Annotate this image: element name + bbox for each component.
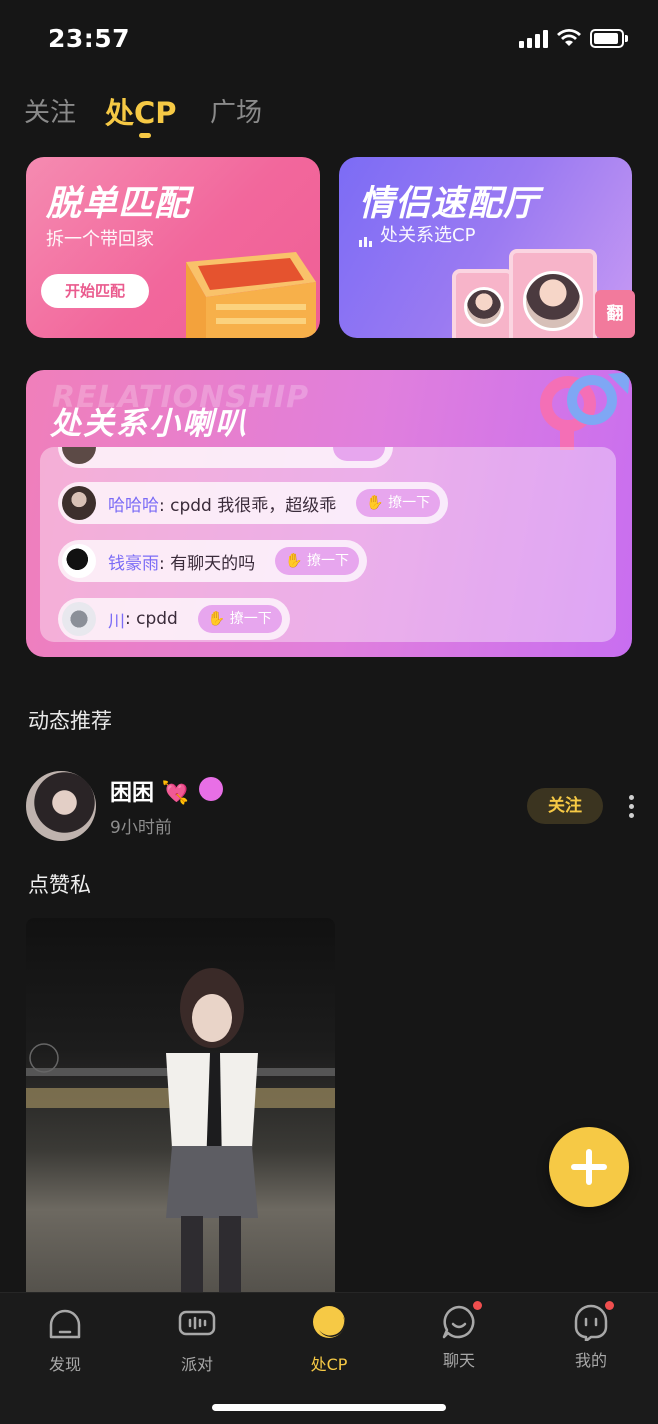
profile-photo-card bbox=[452, 269, 514, 338]
flirt-button[interactable]: ✋ 撩一下 bbox=[356, 489, 441, 517]
nav-item-cp[interactable]: 处CP bbox=[284, 1303, 374, 1375]
nav-label: 处CP bbox=[310, 1355, 348, 1374]
single-match-title: 脱单匹配 bbox=[46, 184, 191, 224]
flip-card-tile[interactable]: 翻 bbox=[595, 290, 635, 338]
avatar[interactable] bbox=[26, 771, 96, 841]
flirt-button[interactable]: ✋ 撩一下 bbox=[275, 547, 360, 575]
partial-message bbox=[108, 447, 113, 457]
message-text: : 有聊天的吗 bbox=[159, 553, 256, 574]
more-options-icon[interactable] bbox=[626, 795, 636, 819]
tab-square[interactable]: 广场 bbox=[210, 92, 262, 129]
author-name-text: 困困 bbox=[110, 781, 155, 806]
nav-label: 我的 bbox=[574, 1351, 607, 1370]
flirt-button[interactable] bbox=[333, 447, 385, 461]
chat-icon bbox=[442, 1305, 475, 1339]
list-item[interactable]: 哈哈哈: cpdd 我很乖，超级乖 ✋ 撩一下 bbox=[58, 482, 449, 524]
post-photo[interactable] bbox=[26, 918, 335, 1292]
sound-bars-icon bbox=[359, 226, 374, 247]
gift-box-illustration bbox=[186, 252, 316, 338]
message-text: : cpdd bbox=[125, 609, 178, 629]
relationship-broadcast-card[interactable]: RELATIONSHIP 处关系小喇叭 哈哈哈: cpdd 我很乖，超级乖 ✋ … bbox=[26, 370, 632, 657]
wifi-icon bbox=[557, 29, 581, 46]
speed-dating-title: 情侣速配厅 bbox=[359, 184, 540, 224]
discover-icon bbox=[49, 1309, 81, 1339]
relationship-title: 处关系小喇叭 bbox=[50, 406, 248, 442]
post-author-name[interactable]: 困困 💘 bbox=[110, 775, 189, 807]
nav-item-discover[interactable]: 发现 bbox=[20, 1303, 110, 1375]
tab-cp[interactable]: 处CP bbox=[105, 90, 177, 132]
flirt-button-label: 撩一下 bbox=[388, 495, 431, 511]
flirt-button-label: 撩一下 bbox=[307, 553, 350, 569]
list-item[interactable] bbox=[58, 447, 393, 468]
battery-icon bbox=[590, 29, 628, 48]
flirt-button[interactable]: ✋ 撩一下 bbox=[197, 605, 282, 633]
section-title: 动态推荐 bbox=[28, 709, 112, 733]
party-icon bbox=[178, 1310, 216, 1336]
cellular-signal-icon bbox=[519, 30, 549, 48]
cp-icon bbox=[313, 1306, 345, 1338]
active-tab-indicator bbox=[139, 133, 151, 138]
flirt-button-label: 撩一下 bbox=[229, 611, 272, 627]
avatar bbox=[62, 447, 96, 464]
create-post-button[interactable] bbox=[549, 1127, 629, 1207]
avatar bbox=[62, 486, 96, 520]
nav-label: 发现 bbox=[48, 1355, 81, 1374]
nav-item-chat[interactable]: 聊天 bbox=[414, 1301, 504, 1371]
nav-label: 派对 bbox=[180, 1355, 213, 1374]
status-bar: 23:57 bbox=[0, 0, 658, 80]
heart-arrow-icon: 💘 bbox=[161, 781, 190, 806]
gender-symbols-icon bbox=[540, 372, 630, 450]
unread-dot bbox=[605, 1301, 614, 1310]
nav-item-party[interactable]: 派对 bbox=[152, 1303, 242, 1375]
avatar bbox=[62, 602, 96, 636]
broadcast-message-list[interactable]: 哈哈哈: cpdd 我很乖，超级乖 ✋ 撩一下 钱豪雨: 有聊天的吗 ✋ 撩一下… bbox=[40, 447, 616, 642]
list-item[interactable]: 川: cpdd ✋ 撩一下 bbox=[58, 598, 290, 640]
sender-name: 钱豪雨 bbox=[108, 553, 159, 574]
nav-item-profile[interactable]: 我的 bbox=[546, 1301, 636, 1371]
sender-name: 哈哈哈 bbox=[108, 495, 159, 516]
speed-dating-card[interactable]: 情侣速配厅 处关系选CP bbox=[339, 157, 632, 338]
single-match-subtitle: 拆一个带回家 bbox=[46, 229, 154, 250]
nav-label: 聊天 bbox=[442, 1351, 475, 1370]
speed-dating-subtitle: 处关系选CP bbox=[380, 225, 476, 246]
post-timestamp: 9小时前 bbox=[110, 818, 172, 838]
status-time: 23:57 bbox=[48, 24, 131, 53]
follow-button[interactable]: 关注 bbox=[527, 788, 603, 824]
start-match-button[interactable]: 开始匹配 bbox=[41, 274, 149, 308]
single-match-card[interactable]: 脱单匹配 拆一个带回家 开始匹配 bbox=[26, 157, 320, 338]
list-item[interactable]: 钱豪雨: 有聊天的吗 ✋ 撩一下 bbox=[58, 540, 368, 582]
message-text: : cpdd 我很乖，超级乖 bbox=[159, 495, 337, 516]
unread-dot bbox=[473, 1301, 482, 1310]
post-photo-illustration bbox=[26, 968, 335, 1292]
profile-photo-card bbox=[509, 249, 597, 338]
sender-name: 川 bbox=[108, 611, 125, 632]
home-indicator[interactable] bbox=[212, 1404, 446, 1411]
tab-follow[interactable]: 关注 bbox=[24, 92, 76, 129]
post-text: 点赞私 bbox=[28, 873, 91, 897]
verified-badge-icon bbox=[199, 777, 223, 801]
speed-dating-subtitle-row: 处关系选CP bbox=[359, 221, 475, 247]
profile-icon bbox=[574, 1304, 608, 1343]
avatar bbox=[62, 544, 96, 578]
